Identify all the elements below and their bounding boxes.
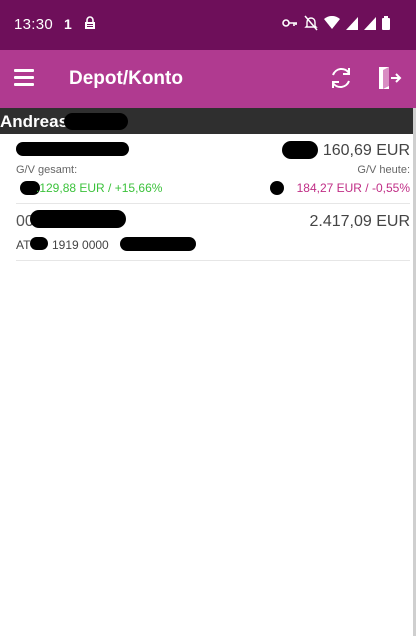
redaction [270, 181, 284, 195]
status-time: 13:30 [14, 16, 54, 33]
notification-count: 1 [64, 16, 72, 32]
wifi-icon [324, 16, 340, 30]
hamburger-menu-icon[interactable] [14, 69, 34, 86]
redaction [64, 113, 128, 130]
battery-icon [382, 16, 390, 30]
section-name: Andreas [0, 112, 69, 131]
redaction [16, 142, 129, 156]
signal-icon [364, 16, 376, 30]
gv-today-value: 184,27 EUR / -0,55% [296, 181, 410, 195]
app-bar: Depot/Konto [0, 50, 416, 108]
redaction [30, 210, 126, 228]
gv-total-label: G/V gesamt: [16, 164, 78, 176]
list-item[interactable]: 00 2.417,09 EUR AT 1919 0000 [16, 204, 410, 261]
account-balance: 2.417,09 EUR [309, 213, 410, 230]
redaction [282, 141, 318, 159]
redaction [120, 237, 196, 251]
gv-total-value: .129,88 EUR / +15,66% [36, 181, 163, 195]
key-icon [282, 17, 298, 29]
signal-icon [346, 16, 358, 30]
section-header: Andreas [0, 108, 416, 134]
status-bar: 13:30 1 [0, 0, 416, 50]
iban-middle: 1919 0000 [52, 238, 109, 252]
gv-today-label: G/V heute: [357, 164, 410, 176]
account-balance: 160,69 EUR [322, 142, 410, 159]
lock-icon [84, 16, 96, 35]
refresh-icon[interactable] [328, 64, 354, 97]
page-title: Depot/Konto [69, 68, 183, 89]
redaction [30, 237, 48, 250]
list-item[interactable]: 160,69 EUR G/V gesamt: G/V heute: .129,8… [16, 136, 410, 204]
iban-prefix: AT [16, 238, 31, 252]
logout-icon[interactable] [376, 65, 402, 96]
mute-icon [304, 15, 318, 31]
